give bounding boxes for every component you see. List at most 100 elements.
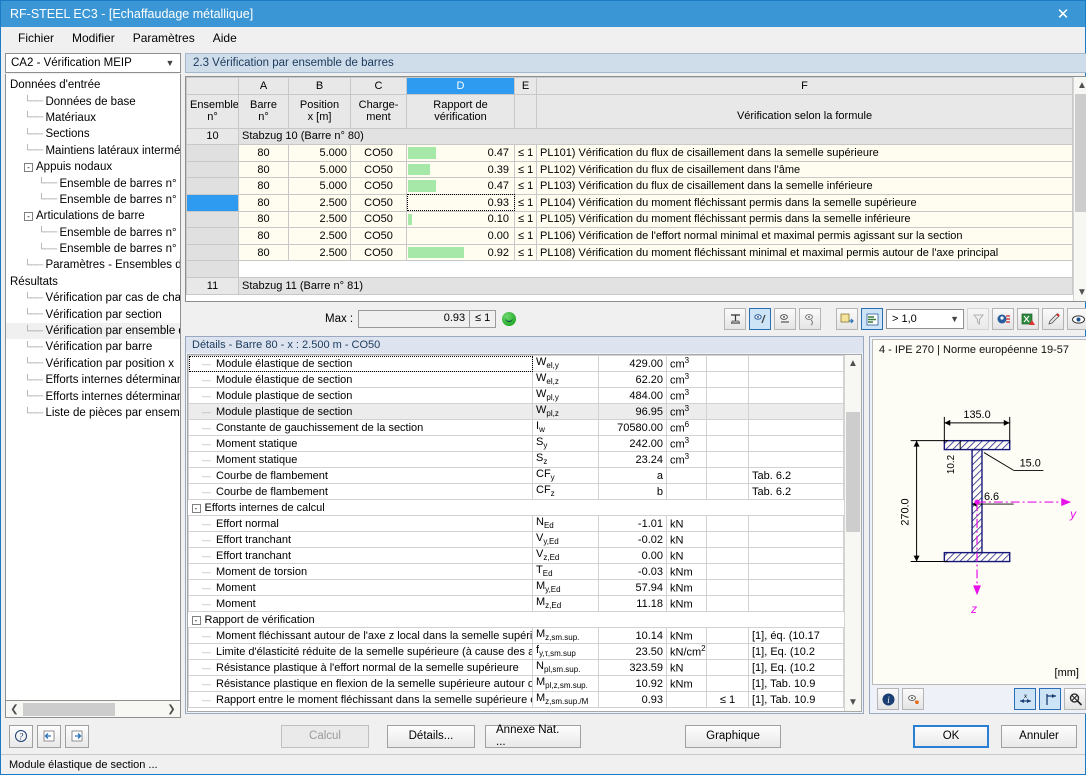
next-icon[interactable] xyxy=(65,724,89,748)
tree-item[interactable]: └── Liste de pièces par ensemble de barr… xyxy=(6,405,180,421)
menu-item-aide[interactable]: Aide xyxy=(204,29,246,47)
scroll-thumb[interactable] xyxy=(23,702,115,716)
table-row[interactable]: 80 5.000 CO50 0.47 ≤ 1 PL103) Vérification du… xyxy=(186,177,1073,195)
tree-expander[interactable]: - xyxy=(24,211,33,221)
axis-icon[interactable] xyxy=(1039,688,1061,710)
details-row[interactable]: Résistance plastique à l'effort normal d… xyxy=(188,659,844,676)
details-row[interactable]: Effort normalNEd-1.01kN xyxy=(188,515,844,532)
cell-ratio[interactable]: 0.92 xyxy=(406,243,515,262)
filter-icon[interactable] xyxy=(967,308,989,330)
cell-ratio[interactable]: 0.10 xyxy=(406,210,515,229)
table-row[interactable]: 80 5.000 CO50 0.47 ≤ 1 PL101) Vérification du… xyxy=(186,144,1073,162)
excel-export-icon[interactable] xyxy=(1017,308,1039,330)
colors-icon[interactable] xyxy=(992,308,1014,330)
annexe-nat-button[interactable]: Annexe Nat. ... xyxy=(485,724,581,748)
table-row[interactable]: 80 2.500 CO50 0.10 ≤ 1 PL105) Vérification du… xyxy=(186,210,1073,229)
row-selector[interactable] xyxy=(186,160,239,179)
table-vertical-scrollbar[interactable]: ▲ ▼ xyxy=(1073,77,1086,301)
details-row[interactable]: Module plastique de sectionWpl,y484.00cm… xyxy=(188,387,844,404)
row-selector[interactable] xyxy=(186,144,239,162)
details-table[interactable]: Module élastique de sectionWel,y429.00cm… xyxy=(188,355,844,708)
row-selector[interactable] xyxy=(186,193,239,212)
cell-ratio[interactable]: 0.93 xyxy=(406,193,515,212)
scroll-thumb[interactable] xyxy=(846,412,860,532)
print-icon[interactable] xyxy=(1042,308,1064,330)
details-row[interactable]: Module élastique de sectionWel,y429.00cm… xyxy=(188,355,844,372)
column-header-corner[interactable] xyxy=(186,77,239,95)
nav-horizontal-scrollbar[interactable]: ❮ ❯ xyxy=(5,701,181,718)
section-toggle-icon[interactable]: - xyxy=(191,615,201,625)
cell-ratio[interactable]: 0.47 xyxy=(406,144,515,162)
scroll-right-icon[interactable]: ❯ xyxy=(163,704,180,715)
details-row[interactable]: Effort tranchantVz,Ed0.00kN xyxy=(188,547,844,564)
menu-item-modifier[interactable]: Modifier xyxy=(63,29,124,47)
tree-item[interactable]: └── Maintiens latéraux intermédiaires xyxy=(6,143,180,159)
details-row[interactable]: MomentMz,Ed11.18kNm xyxy=(188,595,844,612)
ok-button[interactable]: OK xyxy=(913,724,989,748)
view-section-icon[interactable] xyxy=(774,308,796,330)
scroll-up-icon[interactable]: ▲ xyxy=(848,355,858,372)
tree-item[interactable]: └── Vérification par position x xyxy=(6,356,180,372)
tree-item[interactable]: └── Efforts internes déterminants par se… xyxy=(6,372,180,388)
close-icon[interactable]: ✕ xyxy=(1041,1,1085,27)
tree-item[interactable]: └── Matériaux xyxy=(6,110,180,126)
tree-item[interactable]: └── Ensemble de barres n° 10 - xyxy=(6,175,180,191)
details-row[interactable]: Rapport entre le moment fléchissant dans… xyxy=(188,691,844,708)
scroll-track[interactable] xyxy=(845,372,861,694)
view-result-icon[interactable] xyxy=(749,308,771,330)
details-row[interactable]: Moment statiqueSy242.00cm3 xyxy=(188,435,844,452)
calcul-button[interactable]: Calcul xyxy=(281,724,369,748)
tree-item[interactable]: └── Vérification par cas de charge xyxy=(6,290,180,306)
tree-item[interactable]: - Articulations de barre xyxy=(6,208,180,224)
details-row[interactable]: Module plastique de sectionWpl,z96.95cm3 xyxy=(188,403,844,420)
group-row[interactable]: 10 Stabzug 10 (Barre n° 80) xyxy=(186,127,1073,146)
scroll-up-icon[interactable]: ▲ xyxy=(1077,77,1086,94)
info-icon[interactable]: i xyxy=(877,688,899,710)
zoom-icon[interactable] xyxy=(1064,688,1086,710)
tree-item[interactable]: └── Efforts internes déterminants par ba… xyxy=(6,388,180,404)
details-row[interactable]: Moment statiqueSz23.24cm3 xyxy=(188,451,844,468)
cell-ratio[interactable]: 0.39 xyxy=(406,160,515,179)
tree-item[interactable]: Données d'entrée xyxy=(6,77,180,93)
annuler-button[interactable]: Annuler xyxy=(1001,724,1077,748)
tree-item[interactable]: └── Ensemble de barres n° 11 - xyxy=(6,241,180,257)
row-selector[interactable] xyxy=(186,210,239,229)
details-row[interactable]: Constante de gauchissement de la section… xyxy=(188,419,844,436)
table-row[interactable]: 80 2.500 CO50 0.00 ≤ 1 PL106) Vérification de… xyxy=(186,227,1073,245)
details-row[interactable]: Moment de torsionTEd-0.03kNm xyxy=(188,563,844,580)
column-header-F[interactable]: F xyxy=(536,77,1073,95)
details-section-row[interactable]: - Efforts internes de calcul xyxy=(188,499,844,516)
fire-icon[interactable] xyxy=(902,688,924,710)
table-row[interactable]: 80 2.500 CO50 0.93 ≤ 1 PL104) Vérification du… xyxy=(186,193,1073,212)
details-row[interactable]: Moment fléchissant autour de l'axe z loc… xyxy=(188,627,844,644)
cell-ratio[interactable]: 0.00 xyxy=(406,227,515,245)
navigation-tree[interactable]: Données d'entrée └── Données de base └── M… xyxy=(5,74,181,701)
export-table-icon[interactable] xyxy=(836,308,858,330)
tree-item[interactable]: └── Vérification par barre xyxy=(6,339,180,355)
scroll-down-icon[interactable]: ▼ xyxy=(1077,284,1086,301)
scroll-down-icon[interactable]: ▼ xyxy=(848,694,858,711)
column-header-A[interactable]: A xyxy=(238,77,289,95)
section-toggle-icon[interactable]: - xyxy=(191,503,201,513)
group-row[interactable]: 11 Stabzug 11 (Barre n° 81) xyxy=(186,276,1073,295)
details-button[interactable]: Détails... xyxy=(387,724,475,748)
scroll-left-icon[interactable]: ❮ xyxy=(6,704,23,715)
details-section-row[interactable]: - Rapport de vérification xyxy=(188,611,844,628)
help-icon[interactable]: ? xyxy=(9,724,33,748)
row-selector[interactable] xyxy=(186,260,239,278)
results-table[interactable]: A B C D E F Ensemble n° Barre n° Position x [m] Char… xyxy=(186,77,1073,295)
result-diagram-icon[interactable] xyxy=(724,308,746,330)
details-row[interactable]: Courbe de flambementCFzbTab. 6.2 xyxy=(188,483,844,500)
visibility-icon[interactable] xyxy=(1067,308,1086,330)
column-header-E[interactable]: E xyxy=(514,77,537,95)
details-row[interactable]: MomentMy,Ed57.94kNm xyxy=(188,579,844,596)
row-selector[interactable] xyxy=(186,227,239,245)
row-selector[interactable] xyxy=(186,243,239,262)
tree-item[interactable]: └── Données de base xyxy=(6,93,180,109)
dimension-x-icon[interactable]: x xyxy=(1014,688,1036,710)
column-header-C[interactable]: C xyxy=(350,77,407,95)
column-header-D[interactable]: D xyxy=(406,77,515,95)
menu-item-fichier[interactable]: Fichier xyxy=(9,29,63,47)
scroll-thumb[interactable] xyxy=(1075,94,1086,212)
table-row[interactable]: 80 5.000 CO50 0.39 ≤ 1 PL102) Vérification du… xyxy=(186,160,1073,179)
